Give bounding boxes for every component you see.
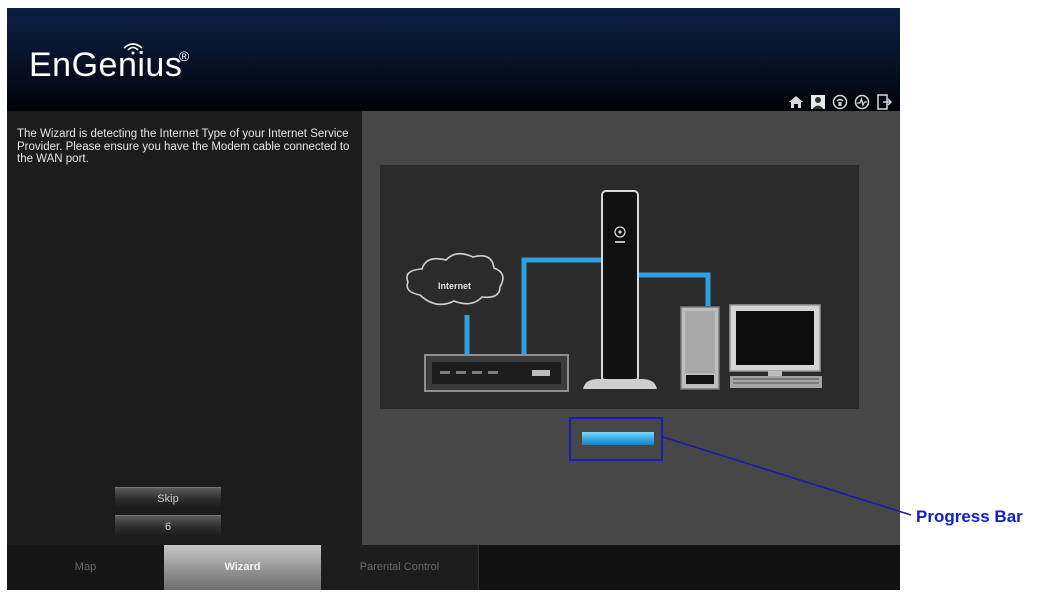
computer-tower	[680, 306, 720, 390]
progress-highlight-box	[569, 417, 663, 461]
tab-wizard[interactable]: Wizard	[164, 545, 322, 590]
header: EnGenius ®	[7, 8, 900, 111]
monitor	[729, 304, 822, 388]
wizard-message: The Wizard is detecting the Internet Typ…	[17, 128, 350, 165]
user-icon[interactable]	[810, 94, 826, 110]
internet-cloud: Internet	[406, 252, 504, 306]
wizard-left-panel: The Wizard is detecting the Internet Typ…	[7, 111, 362, 545]
tab-parental-control[interactable]: Parental Control	[321, 545, 479, 590]
wireless-setup-icon[interactable]	[832, 94, 848, 110]
cloud-label: Internet	[438, 281, 471, 291]
countdown-display: 6	[115, 515, 221, 537]
router-ui-frame: EnGenius ® The Wizard is detecting the I…	[7, 8, 900, 590]
progress-bar	[582, 432, 654, 445]
tab-map[interactable]: Map	[7, 545, 165, 590]
wifi-logo-icon	[123, 43, 143, 55]
annotation-label: Progress Bar	[916, 507, 1023, 526]
logout-icon[interactable]	[876, 94, 892, 110]
wizard-right-panel: Internet	[362, 111, 900, 545]
skip-button[interactable]: Skip	[115, 487, 221, 509]
network-diagram: Internet	[380, 165, 859, 409]
network-diagram-graphic: Internet	[406, 190, 822, 392]
modem	[424, 354, 569, 392]
brand-logo: EnGenius	[29, 46, 183, 84]
registered-mark: ®	[179, 48, 190, 64]
progress-bar-fill	[582, 432, 654, 445]
bottom-tab-bar: Map Wizard Parental Control	[7, 545, 900, 590]
header-toolbar	[788, 94, 892, 110]
home-icon[interactable]	[788, 94, 804, 110]
router	[583, 190, 657, 389]
wps-icon[interactable]	[854, 94, 870, 110]
